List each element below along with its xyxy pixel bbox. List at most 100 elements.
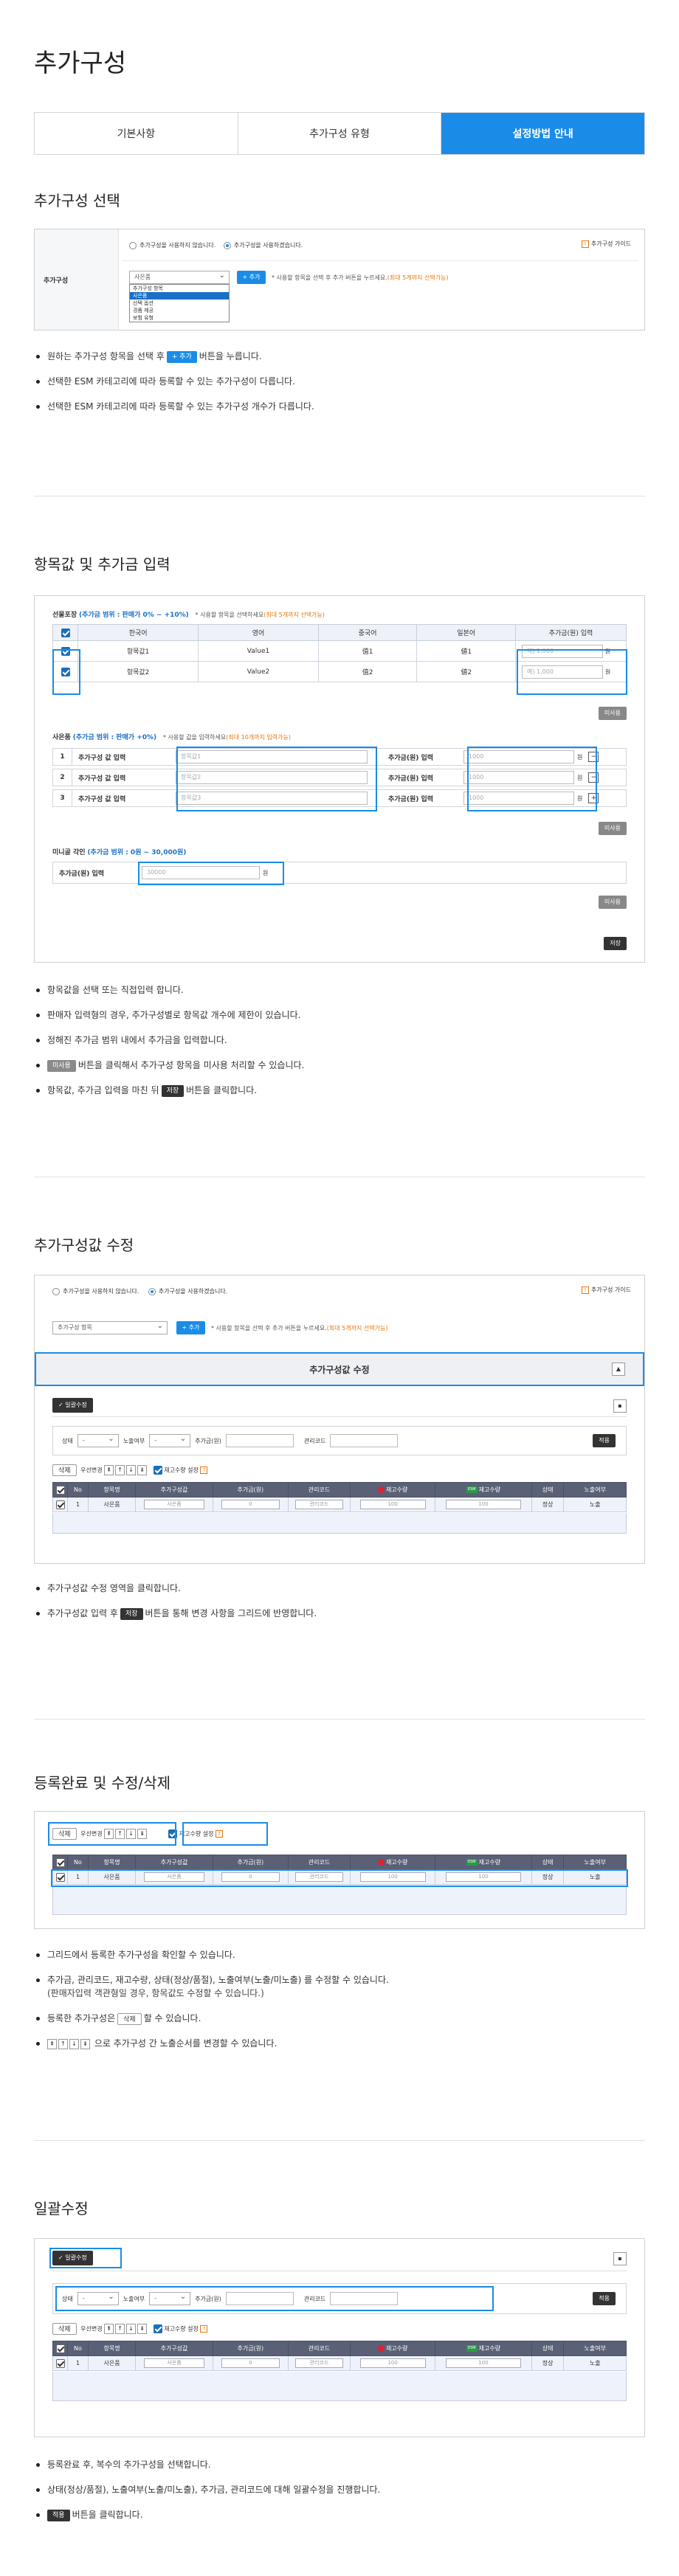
stock-checkbox[interactable] bbox=[153, 2324, 162, 2333]
select-hint: * 사용할 항목을 선택 후 추가 버튼을 누르세요. bbox=[271, 274, 387, 281]
col-value: 추가구성값 bbox=[135, 1482, 213, 1498]
col-price: 추가금(원) bbox=[212, 2341, 289, 2356]
unused-button[interactable]: 미사용 bbox=[598, 822, 627, 835]
radio-off[interactable] bbox=[129, 241, 137, 249]
code-input[interactable]: 관리코드 bbox=[294, 2358, 343, 2368]
help-icon[interactable]: ? bbox=[200, 2325, 208, 2333]
select-hint-max: (최대 5개까지 선택가능) bbox=[326, 1325, 388, 1332]
option[interactable]: 추가구성 항목 bbox=[130, 285, 229, 292]
col-stock-a: 재고수량 bbox=[350, 1482, 436, 1498]
delete-button[interactable]: 삭제 bbox=[52, 2323, 77, 2335]
move-up-icon[interactable]: ↑ bbox=[115, 2324, 125, 2334]
price-input[interactable] bbox=[225, 1434, 294, 1447]
col-code: 관리코드 bbox=[287, 1855, 351, 1870]
check-all[interactable] bbox=[55, 1857, 65, 1867]
stock-checkbox[interactable] bbox=[153, 1466, 162, 1475]
stock-badge-icon: ESM bbox=[466, 1486, 478, 1493]
bulk-toggle-icon[interactable]: ▪ bbox=[613, 1399, 627, 1413]
guide-link[interactable]: ! 추가구성 가이드 bbox=[581, 240, 631, 248]
options-grid: No 항목명 추가구성값 추가금(원) 관리코드 재고수량 ESM 재고수량 상태… bbox=[52, 1482, 627, 1512]
row-check[interactable] bbox=[55, 1500, 65, 1509]
item-select[interactable]: 추가구성 항목 bbox=[52, 1320, 168, 1334]
move-bottom-icon[interactable]: ⇟ bbox=[137, 1465, 148, 1475]
radio-on[interactable] bbox=[148, 1287, 156, 1295]
bulk-edit-button[interactable]: ✓ 일괄수정 bbox=[52, 1398, 93, 1413]
bullet: 항목값, 추가금 입력을 마친 뒤 저장 버튼을 클릭합니다. bbox=[34, 1084, 645, 1097]
col-state: 상태 bbox=[531, 1482, 565, 1498]
block-hint: * 사용할 값을 입력하세요 bbox=[163, 734, 227, 741]
highlight bbox=[49, 2248, 122, 2268]
order-label: 우선변경 bbox=[80, 2325, 103, 2333]
unused-button[interactable]: 미사용 bbox=[598, 896, 627, 909]
price-input[interactable]: 0 bbox=[221, 1500, 280, 1509]
edit-bar[interactable]: 추가구성값 수정 ▲ bbox=[35, 1352, 644, 1386]
stock-input[interactable]: 100 bbox=[446, 1500, 521, 1509]
cell: 항목값2 bbox=[77, 661, 199, 682]
item-select[interactable]: 사은품 bbox=[129, 270, 230, 284]
filter-label: 상태 bbox=[62, 1437, 73, 1444]
bullet: 등록완료 후, 복수의 추가구성을 선택합니다. bbox=[34, 2458, 645, 2471]
stock-input[interactable]: 100 bbox=[446, 2358, 521, 2368]
move-bottom-icon[interactable]: ⇟ bbox=[137, 2324, 148, 2334]
bullet: 그리드에서 등록한 추가구성을 확인할 수 있습니다. bbox=[34, 1948, 645, 1962]
tab-guide[interactable]: 설정방법 안내 bbox=[441, 113, 645, 154]
value-input[interactable]: 사은품 bbox=[144, 1500, 204, 1509]
row-check[interactable] bbox=[55, 2358, 65, 2368]
bulk-toggle-icon[interactable]: ▪ bbox=[613, 2252, 627, 2265]
section-title: 등록완료 및 수정/삭제 bbox=[34, 1774, 171, 1792]
screenshot-values: 선물포장 (추가금 범위 : 판매가 0% ~ +10%) * 사용할 항목을 … bbox=[34, 595, 645, 963]
expose-select[interactable]: - bbox=[149, 1433, 191, 1447]
col-price: 추가금(원) 입력 bbox=[515, 624, 627, 641]
stock-input[interactable]: 100 bbox=[359, 2358, 426, 2368]
check-all[interactable] bbox=[61, 628, 70, 637]
table-row: 1 사은품 사은품 0 관리코드 100 100 정상 노출 bbox=[52, 1497, 627, 1512]
move-down-icon[interactable]: ↓ bbox=[126, 1465, 137, 1475]
options-dropdown[interactable]: 추가구성 항목 사은품 선택 옵션 경품 제공 보험 유형 bbox=[129, 284, 230, 322]
stock-input[interactable]: 100 bbox=[359, 1500, 426, 1509]
unused-button[interactable]: 미사용 bbox=[598, 707, 627, 720]
option[interactable]: 경품 제공 bbox=[130, 307, 229, 314]
move-top-icon[interactable]: ⇞ bbox=[104, 2324, 114, 2334]
stock-badge-icon bbox=[377, 1486, 385, 1493]
code-input[interactable]: 관리코드 bbox=[294, 1500, 343, 1509]
section-bullets: 등록완료 후, 복수의 추가구성을 선택합니다. 상태(정상/품절), 노출여부… bbox=[34, 2458, 645, 2533]
delete-button[interactable]: 삭제 bbox=[52, 1464, 77, 1476]
tab-basic[interactable]: 기본사항 bbox=[35, 113, 238, 154]
screenshot-bulk: ✓ 일괄수정 ▪ 상태- 노출여부- 추가금(원) 관리코드 적용 삭제 우선변… bbox=[34, 2238, 645, 2437]
stock-badge-icon bbox=[377, 2345, 385, 2352]
row-label: 추가구성 값 입력 bbox=[78, 795, 126, 803]
save-button[interactable]: 저장 bbox=[604, 937, 627, 950]
radio-off[interactable] bbox=[52, 1287, 60, 1295]
radio-on[interactable] bbox=[223, 241, 231, 249]
add-button[interactable]: + 추가 bbox=[236, 271, 266, 284]
apply-button[interactable]: 적용 bbox=[593, 2292, 616, 2305]
apply-button[interactable]: 적용 bbox=[593, 1434, 616, 1447]
option[interactable]: 선택 옵션 bbox=[130, 300, 229, 307]
collapse-icon[interactable]: ▲ bbox=[612, 1363, 625, 1376]
stock-badge-icon bbox=[377, 1859, 385, 1866]
col-code: 관리코드 bbox=[287, 1482, 351, 1498]
order-buttons[interactable]: ⇞ ↑ ↓ ⇟ bbox=[104, 1465, 148, 1475]
tab-type[interactable]: 추가구성 유형 bbox=[238, 113, 442, 154]
check-all[interactable] bbox=[55, 1485, 65, 1495]
option[interactable]: 보험 유형 bbox=[130, 314, 229, 322]
price-input[interactable]: 0 bbox=[221, 2358, 280, 2368]
value-input[interactable]: 사은품 bbox=[144, 2358, 204, 2368]
state-select[interactable]: - bbox=[77, 1433, 119, 1447]
order-buttons[interactable]: ⇞ ↑ ↓ ⇟ bbox=[104, 2324, 148, 2334]
guide-link[interactable]: ! 추가구성 가이드 bbox=[581, 1286, 631, 1294]
move-top-icon[interactable]: ⇞ bbox=[104, 1465, 114, 1475]
help-icon[interactable]: ? bbox=[200, 1467, 208, 1474]
add-button[interactable]: + 추가 bbox=[176, 1321, 206, 1334]
move-up-icon[interactable]: ↑ bbox=[115, 1465, 125, 1475]
select-hint-max: (최대 5개까지 선택가능) bbox=[387, 274, 449, 281]
check-all[interactable] bbox=[55, 2344, 65, 2353]
row-label: 추가구성 값 입력 bbox=[78, 754, 126, 762]
code-input[interactable] bbox=[330, 1434, 399, 1447]
option-selected[interactable]: 사은품 bbox=[130, 292, 229, 300]
move-down-icon[interactable]: ↓ bbox=[126, 2324, 137, 2334]
bullet: 미사용 버튼을 클릭해서 추가구성 항목을 미사용 처리할 수 있습니다. bbox=[34, 1059, 645, 1072]
col-value: 추가구성값 bbox=[135, 2341, 213, 2356]
bullet: 원하는 추가구성 항목을 선택 후 + 추가 버튼을 누릅니다. bbox=[34, 350, 645, 363]
col-en: 영어 bbox=[198, 624, 319, 641]
